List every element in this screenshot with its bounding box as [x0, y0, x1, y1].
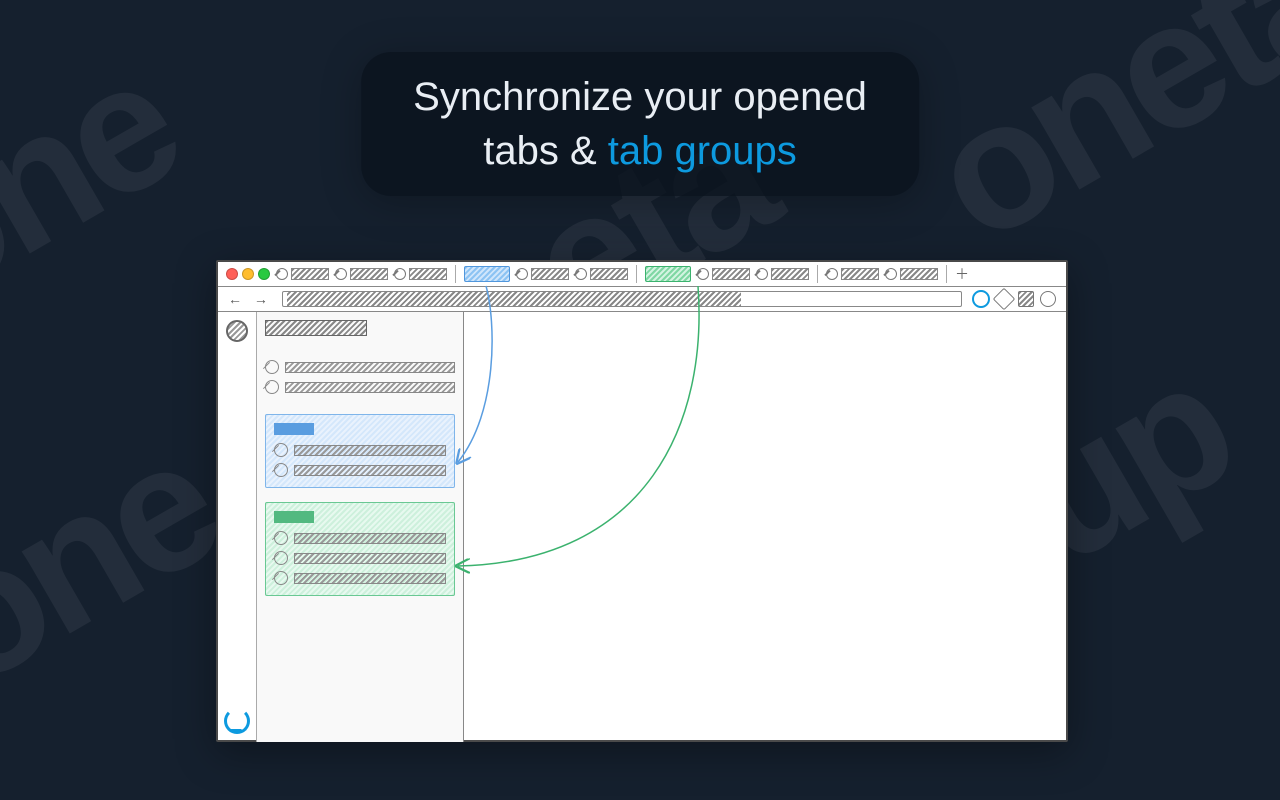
tab-title-placeholder: [900, 268, 938, 280]
tab-title-placeholder: [285, 362, 455, 373]
page-viewport: [464, 312, 1066, 742]
tab-title-placeholder: [294, 533, 446, 544]
browser-content: [218, 312, 1066, 742]
tab-title-placeholder: [294, 553, 446, 564]
tab-title-placeholder: [712, 268, 750, 280]
sidebar-tab-row[interactable]: [274, 571, 446, 585]
maximize-window-icon[interactable]: [258, 268, 270, 280]
onetab-brand-icon[interactable]: [224, 708, 250, 734]
sidebar-tab-row[interactable]: [274, 463, 446, 477]
tab-bar: ＋: [218, 262, 1066, 287]
favicon-icon: [276, 268, 288, 280]
sidebar-group-green[interactable]: [265, 502, 455, 596]
extension-icon-square[interactable]: [1018, 291, 1034, 307]
headline: Synchronize your opened tabs & tab group…: [361, 52, 919, 196]
headline-line2a: tabs &: [483, 129, 608, 173]
tab-7[interactable]: [885, 267, 938, 281]
favicon-icon: [274, 551, 288, 565]
tab-separator: [946, 265, 947, 283]
favicon-icon: [394, 268, 406, 280]
tab-separator: [817, 265, 818, 283]
sidebar-group-blue[interactable]: [265, 414, 455, 488]
tab-title-placeholder: [291, 268, 329, 280]
tab-in-blue-group-1[interactable]: [516, 267, 569, 281]
tab-separator: [636, 265, 637, 283]
tab-title-placeholder: [771, 268, 809, 280]
sidebar: [257, 312, 464, 742]
favicon-icon: [274, 531, 288, 545]
group-label-placeholder: [274, 423, 314, 435]
favicon-icon: [697, 268, 709, 280]
gutter-top-icon[interactable]: [226, 320, 248, 342]
minimize-window-icon[interactable]: [242, 268, 254, 280]
tab-2[interactable]: [335, 267, 388, 281]
sidebar-tab-row[interactable]: [274, 531, 446, 545]
sidebar-tab-row[interactable]: [265, 380, 455, 394]
new-tab-button[interactable]: ＋: [955, 267, 969, 281]
favicon-icon: [575, 268, 587, 280]
favicon-icon: [516, 268, 528, 280]
sidebar-tab-row[interactable]: [265, 360, 455, 374]
sidebar-tab-row[interactable]: [274, 443, 446, 457]
extension-icons: [972, 290, 1056, 308]
tab-title-placeholder: [350, 268, 388, 280]
tab-title-placeholder: [590, 268, 628, 280]
address-bar[interactable]: [282, 291, 962, 307]
tab-separator: [455, 265, 456, 283]
tab-3[interactable]: [394, 267, 447, 281]
window-traffic-lights: [226, 268, 270, 280]
tab-in-green-group-1[interactable]: [697, 267, 750, 281]
sidebar-title-placeholder: [265, 320, 367, 336]
profile-avatar-icon[interactable]: [1040, 291, 1056, 307]
toolbar: ← →: [218, 287, 1066, 312]
tab-title-placeholder: [531, 268, 569, 280]
browser-mockup: ＋ ← →: [216, 260, 1068, 742]
favicon-icon: [274, 463, 288, 477]
favicon-icon: [274, 571, 288, 585]
tab-title-placeholder: [285, 382, 455, 393]
tab-title-placeholder: [294, 465, 446, 476]
favicon-icon: [756, 268, 768, 280]
favicon-icon: [274, 443, 288, 457]
close-window-icon[interactable]: [226, 268, 238, 280]
tab-title-placeholder: [841, 268, 879, 280]
tab-title-placeholder: [294, 445, 446, 456]
sidebar-ungrouped-tabs: [265, 354, 455, 400]
headline-line1: Synchronize your opened: [413, 75, 867, 119]
favicon-icon: [265, 360, 279, 374]
headline-accent: tab groups: [608, 129, 797, 173]
nav-back-forward[interactable]: ← →: [228, 291, 272, 307]
sidebar-tab-row[interactable]: [274, 551, 446, 565]
onetab-extension-icon[interactable]: [972, 290, 990, 308]
favicon-icon: [885, 268, 897, 280]
favicon-icon: [826, 268, 838, 280]
favicon-icon: [265, 380, 279, 394]
tab-title-placeholder: [409, 268, 447, 280]
extension-icon-diamond[interactable]: [993, 288, 1016, 311]
tab-in-green-group-2[interactable]: [756, 267, 809, 281]
tab-1[interactable]: [276, 267, 329, 281]
tab-6[interactable]: [826, 267, 879, 281]
tab-group-green[interactable]: [645, 266, 691, 282]
tab-group-blue[interactable]: [464, 266, 510, 282]
group-label-placeholder: [274, 511, 314, 523]
favicon-icon: [335, 268, 347, 280]
tab-in-blue-group-2[interactable]: [575, 267, 628, 281]
tab-title-placeholder: [294, 573, 446, 584]
vertical-gutter: [218, 312, 257, 742]
